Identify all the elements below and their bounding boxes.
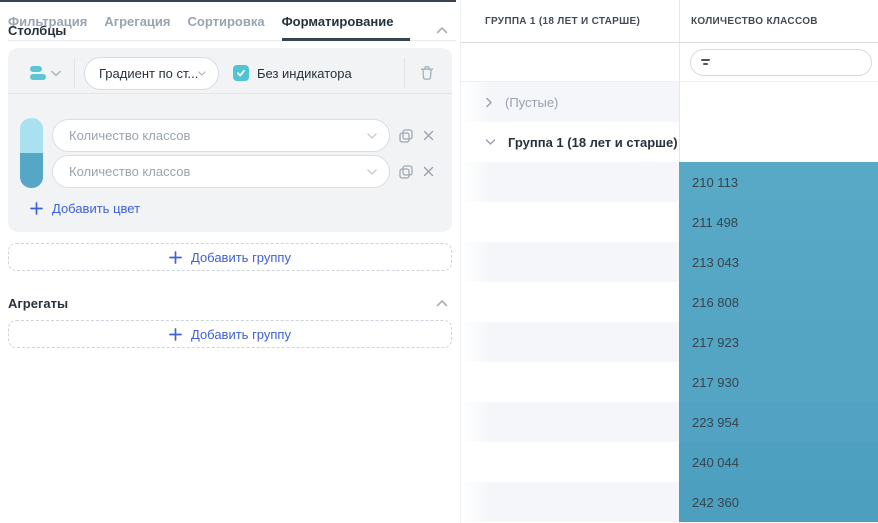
gradient-color-swatch-dark[interactable] bbox=[20, 153, 43, 188]
count-cell: 240 044 bbox=[679, 442, 878, 482]
group-cell bbox=[461, 162, 679, 202]
group-cell bbox=[461, 242, 679, 282]
add-color-label: Добавить цвет bbox=[52, 201, 140, 216]
divider bbox=[74, 58, 75, 88]
count-cell-empty bbox=[679, 82, 878, 122]
gradient-type-value: Градиент по ст... bbox=[99, 66, 198, 81]
color-stop-field-1[interactable] bbox=[52, 119, 390, 152]
close-icon bbox=[423, 166, 434, 177]
table-body: (Пустые) Группа 1 (18 лет и старше)210 11… bbox=[461, 82, 878, 522]
aggregates-section-title: Агрегаты bbox=[8, 296, 68, 311]
group-cell bbox=[461, 442, 679, 482]
count-cell: 210 113 bbox=[679, 162, 878, 202]
group-cell: Группа 1 (18 лет и старше) bbox=[461, 122, 679, 162]
divider bbox=[404, 58, 405, 88]
group-cell bbox=[461, 402, 679, 442]
tabs-bar: Фильтрация Агрегация Сортировка Форматир… bbox=[8, 2, 456, 41]
count-cell: 213 043 bbox=[679, 242, 878, 282]
format-settings-panel: Фильтрация Агрегация Сортировка Форматир… bbox=[0, 0, 456, 523]
table-data-row: 217 923 bbox=[461, 322, 878, 362]
tab-formatting[interactable]: Форматирование bbox=[282, 2, 411, 41]
color-bars-icon bbox=[30, 66, 46, 80]
table-data-row: 240 044 bbox=[461, 442, 878, 482]
checkbox-checked-icon bbox=[233, 65, 249, 81]
no-indicator-label: Без индикатора bbox=[257, 66, 352, 81]
column-header-count[interactable]: КОЛИЧЕСТВО КЛАССОВ bbox=[679, 0, 878, 42]
data-table: ГРУППА 1 (18 ЛЕТ И СТАРШЕ) КОЛИЧЕСТВО КЛ… bbox=[461, 0, 878, 523]
filter-cell bbox=[679, 43, 878, 81]
remove-color-button[interactable] bbox=[423, 130, 434, 141]
table-filter-row bbox=[461, 43, 878, 82]
filter-icon bbox=[701, 59, 710, 65]
gradient-controls-row: Градиент по ст... Без индикатора bbox=[30, 56, 436, 90]
add-group-label: Добавить группу bbox=[191, 327, 291, 342]
gradient-color-swatch-light[interactable] bbox=[20, 118, 43, 153]
tree-node-label: (Пустые) bbox=[505, 95, 558, 110]
table-data-row: 213 043 bbox=[461, 242, 878, 282]
aggregates-section-header: Агрегаты bbox=[8, 293, 448, 313]
table-data-row: 210 113 bbox=[461, 162, 878, 202]
collapse-aggregates-icon[interactable] bbox=[436, 299, 448, 307]
gradient-type-select[interactable]: Градиент по ст... bbox=[84, 57, 219, 90]
count-cell: 217 923 bbox=[679, 322, 878, 362]
group-cell bbox=[461, 482, 679, 522]
duplicate-color-button[interactable] bbox=[398, 128, 414, 144]
add-group-label: Добавить группу bbox=[191, 250, 291, 265]
group-cell bbox=[461, 202, 679, 242]
plus-icon bbox=[169, 328, 182, 341]
app: Фильтрация Агрегация Сортировка Форматир… bbox=[0, 0, 878, 523]
count-cell: 217 930 bbox=[679, 362, 878, 402]
table-data-row: 242 360 bbox=[461, 482, 878, 522]
count-cell: 223 954 bbox=[679, 402, 878, 442]
delete-group-button[interactable] bbox=[418, 64, 436, 82]
group-cell bbox=[461, 322, 679, 362]
count-cell: 242 360 bbox=[679, 482, 878, 522]
chevron-down-icon bbox=[198, 70, 206, 77]
tab-aggregation[interactable]: Агрегация bbox=[104, 2, 187, 41]
count-cell: 216 808 bbox=[679, 282, 878, 322]
color-stop-row bbox=[52, 119, 438, 152]
add-aggregate-group-button[interactable]: Добавить группу bbox=[8, 320, 452, 348]
tree-node-label: Группа 1 (18 лет и старше) bbox=[508, 135, 678, 150]
group-cell bbox=[461, 362, 679, 402]
copy-icon bbox=[398, 128, 414, 144]
chevron-down-icon[interactable] bbox=[367, 168, 377, 175]
filter-cell-empty bbox=[461, 43, 679, 81]
column-filter-input[interactable] bbox=[690, 49, 872, 76]
table-data-row: 217 930 bbox=[461, 362, 878, 402]
group-cell: (Пустые) bbox=[461, 82, 679, 122]
table-header-row: ГРУППА 1 (18 ЛЕТ И СТАРШЕ) КОЛИЧЕСТВО КЛ… bbox=[461, 0, 878, 43]
add-column-group-button[interactable]: Добавить группу bbox=[8, 243, 452, 271]
no-indicator-checkbox[interactable]: Без индикатора bbox=[233, 65, 352, 81]
tree-group-row[interactable]: (Пустые) bbox=[461, 82, 878, 122]
color-kind-dropdown[interactable] bbox=[51, 70, 61, 77]
remove-color-button[interactable] bbox=[423, 166, 434, 177]
count-cell: 211 498 bbox=[679, 202, 878, 242]
gradient-swatches bbox=[20, 118, 43, 188]
chevron-down-icon[interactable] bbox=[367, 132, 377, 139]
table-data-row: 216 808 bbox=[461, 282, 878, 322]
expand-node-icon[interactable] bbox=[485, 97, 493, 108]
copy-icon bbox=[398, 164, 414, 180]
tab-sorting[interactable]: Сортировка bbox=[188, 2, 282, 41]
column-header-group[interactable]: ГРУППА 1 (18 ЛЕТ И СТАРШЕ) bbox=[461, 0, 679, 42]
plus-icon bbox=[169, 251, 182, 264]
add-color-button[interactable]: Добавить цвет bbox=[30, 198, 140, 218]
color-stop-row bbox=[52, 155, 438, 188]
close-icon bbox=[423, 130, 434, 141]
trash-icon bbox=[418, 64, 436, 82]
table-data-row: 211 498 bbox=[461, 202, 878, 242]
table-data-row: 223 954 bbox=[461, 402, 878, 442]
duplicate-color-button[interactable] bbox=[398, 164, 414, 180]
divider bbox=[8, 93, 452, 94]
tab-filtration[interactable]: Фильтрация bbox=[8, 2, 104, 41]
tree-group-row[interactable]: Группа 1 (18 лет и старше) bbox=[461, 122, 878, 162]
gradient-group-card: Градиент по ст... Без индикатора bbox=[8, 48, 452, 232]
color-stop-field-2[interactable] bbox=[52, 155, 390, 188]
collapse-node-icon[interactable] bbox=[485, 138, 496, 146]
count-cell-empty bbox=[679, 122, 878, 162]
plus-icon bbox=[30, 202, 43, 215]
group-cell bbox=[461, 282, 679, 322]
